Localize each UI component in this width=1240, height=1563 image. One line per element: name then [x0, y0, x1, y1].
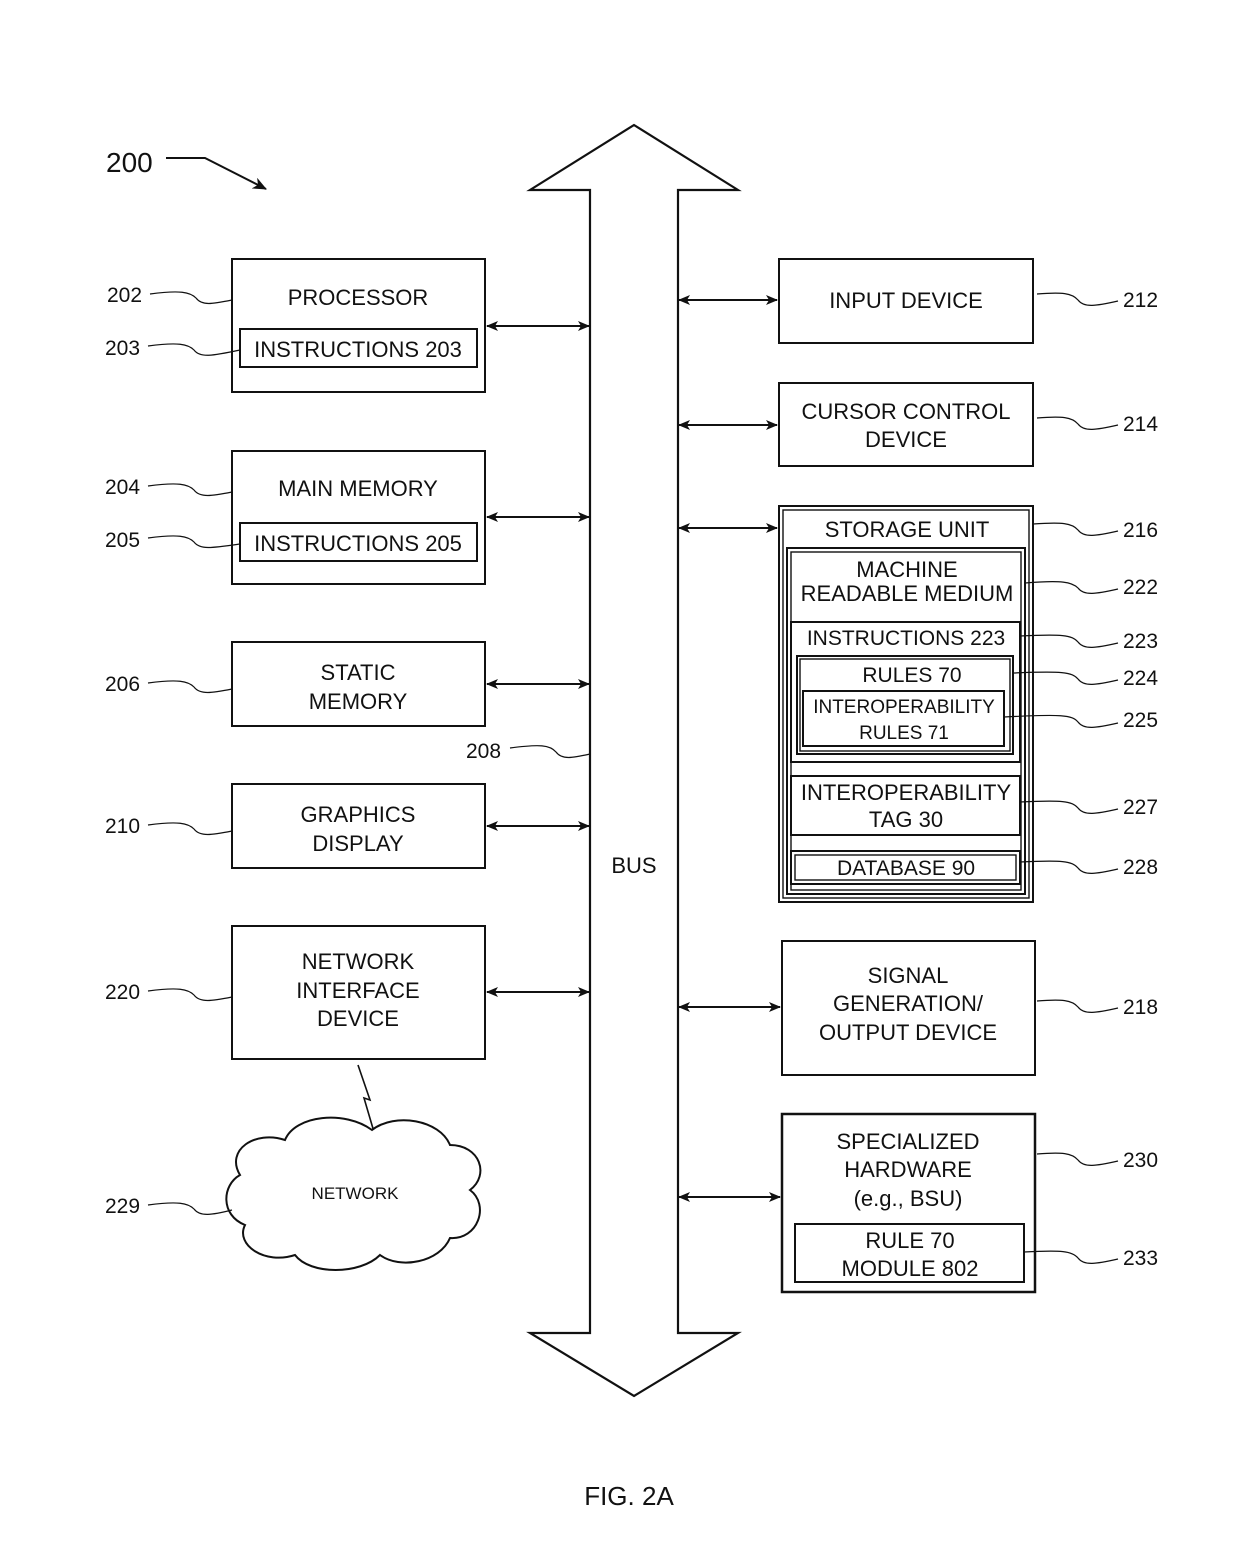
leader-202	[149, 291, 233, 305]
ref-225: 225	[1123, 709, 1158, 732]
ref-228: 228	[1123, 856, 1158, 879]
ref-205: 205	[105, 529, 140, 552]
ref-229: 229	[105, 1195, 140, 1218]
bus-shape	[526, 123, 742, 1398]
figure-ref-label: 200	[106, 147, 153, 178]
static-memory-block: STATIC MEMORY 206	[105, 641, 486, 727]
ref-223: 223	[1123, 630, 1158, 653]
graphics-display-label-line1: GRAPHICS	[301, 802, 416, 827]
ref-206: 206	[105, 673, 140, 696]
signal-generation-label-line1: SIGNAL	[868, 963, 949, 988]
leader-210	[147, 822, 233, 836]
leader-206	[147, 680, 233, 694]
leader-233	[1023, 1250, 1119, 1264]
processor-block: PROCESSOR INSTRUCTIONS 203 202 203	[105, 258, 486, 393]
main-memory-block: MAIN MEMORY INSTRUCTIONS 205 204 205	[105, 450, 486, 585]
signal-generation-label-line2: GENERATION/	[833, 991, 984, 1016]
bus-ref-leader	[509, 745, 591, 759]
input-device-block: INPUT DEVICE 212	[778, 258, 1158, 344]
instructions-223-label: INSTRUCTIONS 223	[807, 627, 1005, 650]
processor-box	[231, 258, 486, 393]
network-interface-label-line1: NETWORK	[302, 949, 415, 974]
leader-218	[1036, 999, 1119, 1013]
network-cloud: NETWORK 229	[105, 1116, 482, 1271]
main-memory-box	[231, 450, 486, 585]
leader-220	[147, 988, 233, 1002]
mrm-label-line1: MACHINE	[856, 557, 957, 582]
network-interface-label-line2: INTERFACE	[296, 978, 419, 1003]
signal-generation-label-line3: OUTPUT DEVICE	[819, 1020, 997, 1045]
interoperability-rules-label-line1: INTEROPERABILITY	[813, 697, 995, 718]
leader-228	[1019, 860, 1119, 874]
figure-caption: FIG. 2A	[584, 1481, 674, 1511]
interoperability-rules-label-line2: RULES 71	[859, 723, 949, 744]
ref-230: 230	[1123, 1149, 1158, 1172]
cursor-control-label-line2: DEVICE	[865, 427, 947, 452]
main-memory-label: MAIN MEMORY	[278, 476, 438, 501]
rules-70-label: RULES 70	[862, 664, 961, 687]
rule-module-label-line1: RULE 70	[865, 1228, 954, 1253]
interoperability-tag-label-line1: INTEROPERABILITY	[801, 780, 1012, 805]
ref-220: 220	[105, 981, 140, 1004]
instructions-205-label: INSTRUCTIONS 205	[254, 531, 462, 556]
storage-unit-label: STORAGE UNIT	[825, 517, 990, 542]
specialized-hardware-label-line3: (e.g., BSU)	[854, 1186, 963, 1211]
leader-227	[1019, 800, 1119, 814]
ref-224: 224	[1123, 667, 1158, 690]
leader-223	[1019, 634, 1119, 648]
storage-unit-block: STORAGE UNIT 216 MACHINE READABLE MEDIUM…	[778, 505, 1158, 903]
database-label: DATABASE 90	[837, 857, 975, 880]
system-diagram: 200 BUS 208 PROCESSOR INSTRUCTIONS 203 2…	[105, 123, 1158, 1511]
wireless-link-icon	[357, 1064, 375, 1133]
signal-generation-block: SIGNAL GENERATION/ OUTPUT DEVICE 218	[781, 940, 1158, 1076]
ref-216: 216	[1123, 519, 1158, 542]
input-device-label: INPUT DEVICE	[829, 288, 983, 313]
graphics-display-block: GRAPHICS DISPLAY 210	[105, 783, 486, 869]
leader-229	[147, 1202, 233, 1215]
rule-module-label-line2: MODULE 802	[842, 1256, 979, 1281]
ref-233: 233	[1123, 1247, 1158, 1270]
leader-216	[1032, 522, 1119, 536]
ref-214: 214	[1123, 413, 1158, 436]
ref-210: 210	[105, 815, 140, 838]
mrm-label-line2: READABLE MEDIUM	[801, 581, 1014, 606]
figure-ref-arrow	[166, 157, 267, 190]
interoperability-tag-label-line2: TAG 30	[869, 807, 943, 832]
leader-212	[1036, 292, 1119, 306]
graphics-display-label-line2: DISPLAY	[312, 831, 404, 856]
network-interface-block: NETWORK INTERFACE DEVICE 220	[105, 925, 486, 1060]
bus-label: BUS	[611, 853, 656, 878]
specialized-hardware-block: SPECIALIZED HARDWARE (e.g., BSU) RULE 70…	[780, 1112, 1158, 1294]
specialized-hardware-label-line2: HARDWARE	[844, 1157, 972, 1182]
cursor-control-block: CURSOR CONTROL DEVICE 214	[778, 382, 1158, 467]
static-memory-label-line1: STATIC	[321, 660, 396, 685]
cursor-control-box	[778, 382, 1034, 467]
ref-218: 218	[1123, 996, 1158, 1019]
bus-ref: 208	[466, 740, 501, 763]
leader-214	[1036, 416, 1119, 430]
ref-227: 227	[1123, 796, 1158, 819]
processor-label: PROCESSOR	[288, 285, 429, 310]
leader-204	[147, 483, 233, 497]
leader-230	[1036, 1152, 1119, 1166]
specialized-hardware-label-line1: SPECIALIZED	[836, 1129, 979, 1154]
instructions-203-label: INSTRUCTIONS 203	[254, 337, 462, 362]
leader-203	[147, 343, 241, 356]
leader-222	[1024, 581, 1119, 594]
ref-202: 202	[107, 284, 142, 307]
ref-203: 203	[105, 337, 140, 360]
static-memory-label-line2: MEMORY	[309, 689, 408, 714]
cursor-control-label-line1: CURSOR CONTROL	[801, 399, 1010, 424]
ref-222: 222	[1123, 576, 1158, 599]
network-label: NETWORK	[312, 1184, 400, 1203]
ref-204: 204	[105, 476, 140, 499]
ref-212: 212	[1123, 289, 1158, 312]
network-interface-label-line3: DEVICE	[317, 1006, 399, 1031]
leader-205	[147, 535, 241, 549]
